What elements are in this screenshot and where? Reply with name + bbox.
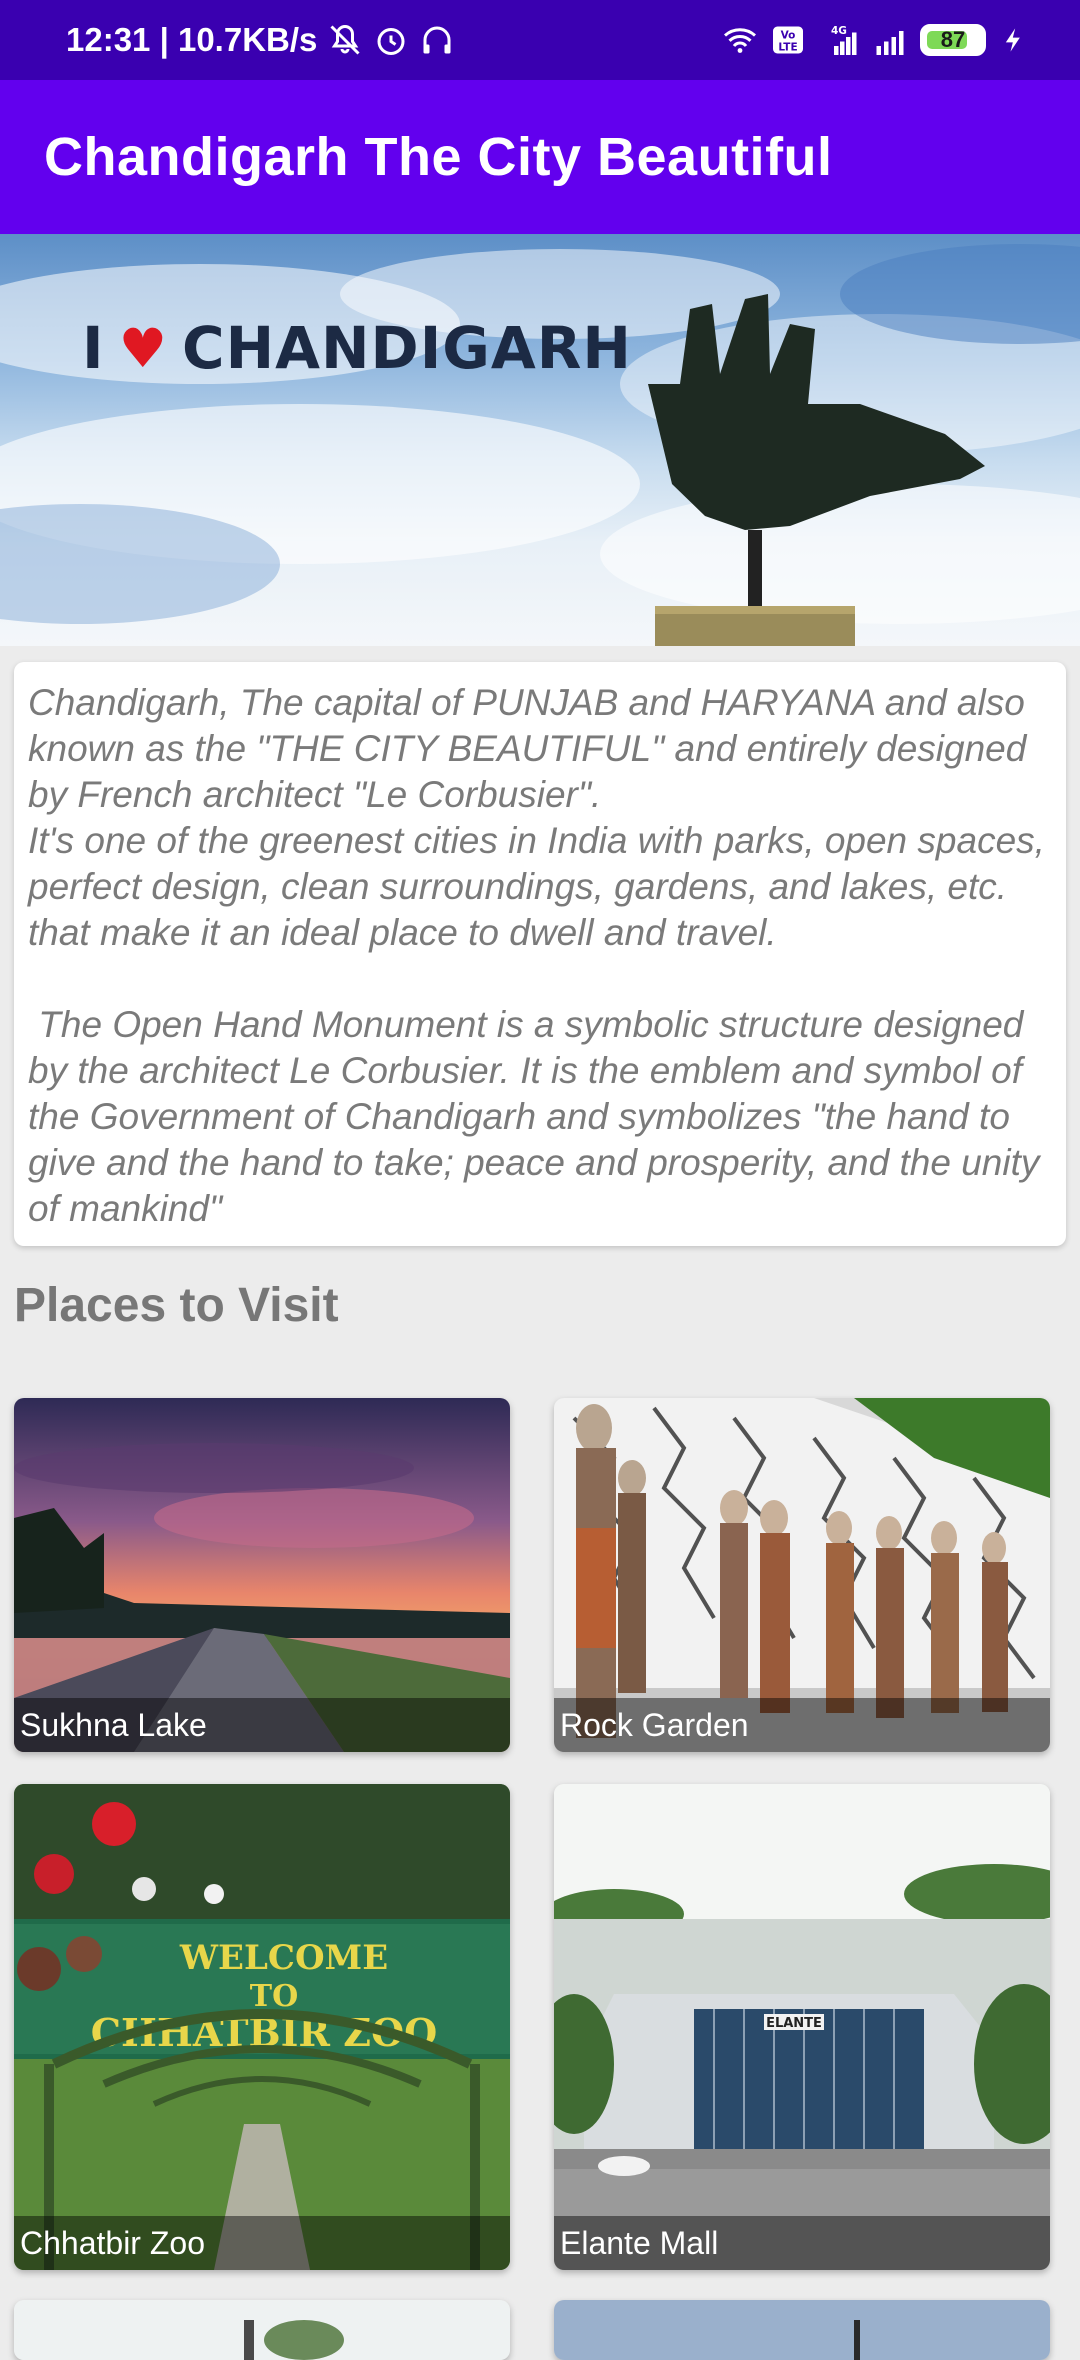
place-label-bar: Elante Mall	[554, 2216, 1050, 2270]
chhatbir-zoo-image: WELCOME TO CHHATBIR ZOO	[14, 1784, 510, 2270]
place-card-partial[interactable]	[554, 2300, 1050, 2360]
signal-icon	[870, 22, 906, 58]
places-section-title: Places to Visit	[14, 1279, 339, 1332]
hero-banner-city: CHANDIGARH	[182, 314, 632, 382]
svg-text:TO: TO	[250, 1979, 298, 2014]
mute-icon	[327, 22, 363, 58]
place-card-rock-garden[interactable]: Rock Garden	[554, 1398, 1050, 1752]
place-label: Chhatbir Zoo	[20, 2224, 205, 2261]
place-card-elante-mall[interactable]: ELANTE Elante Mall	[554, 1784, 1050, 2270]
place-label: Elante Mall	[560, 2224, 719, 2261]
svg-text:Vo: Vo	[781, 30, 796, 42]
place-card-sukhna-lake[interactable]: Sukhna Lake	[14, 1398, 510, 1752]
partial-place-image	[14, 2300, 510, 2360]
hero-banner: I ♥ CHANDIGARH	[82, 314, 632, 382]
hero-image: I ♥ CHANDIGARH	[0, 234, 1080, 646]
description-card: Chandigarh, The capital of PUNJAB and HA…	[14, 662, 1066, 1246]
place-label: Sukhna Lake	[20, 1706, 207, 1743]
svg-text:WELCOME: WELCOME	[179, 1938, 388, 1978]
place-label-bar: Rock Garden	[554, 1698, 1050, 1752]
partial-place-image	[554, 2300, 1050, 2360]
svg-text:LTE: LTE	[778, 42, 797, 54]
wifi-icon	[720, 22, 756, 58]
charging-icon	[1000, 22, 1036, 58]
place-label-bar: Chhatbir Zoo	[14, 2216, 510, 2270]
headphones-icon	[419, 22, 455, 58]
alarm-icon	[373, 22, 409, 58]
svg-text:4G: 4G	[831, 25, 847, 37]
heart-icon: ♥	[118, 316, 169, 380]
status-bar: 12:31 | 10.7KB/s Vo LTE 4G 87	[0, 0, 1080, 80]
signal-4g-icon: 4G	[820, 22, 857, 58]
place-card-chhatbir-zoo[interactable]: WELCOME TO CHHATBIR ZOO Chhatbir Zoo	[14, 1784, 510, 2270]
app-bar: Chandigarh The City Beautiful	[0, 80, 1080, 234]
place-label: Rock Garden	[560, 1706, 749, 1743]
volte-icon: Vo LTE	[770, 22, 806, 58]
hero-banner-i: I	[82, 314, 105, 382]
status-time: 12:31 | 10.7KB/s	[66, 21, 318, 58]
battery-icon: 87	[920, 24, 986, 56]
place-label-bar: Sukhna Lake	[14, 1698, 510, 1752]
description-text: Chandigarh, The capital of PUNJAB and HA…	[28, 682, 1045, 1229]
elante-mall-image: ELANTE	[554, 1784, 1050, 2270]
app-title: Chandigarh The City Beautiful	[44, 127, 833, 187]
svg-text:ELANTE: ELANTE	[766, 2016, 822, 2031]
place-card-partial[interactable]	[14, 2300, 510, 2360]
hero-sky-clouds	[0, 244, 1080, 646]
